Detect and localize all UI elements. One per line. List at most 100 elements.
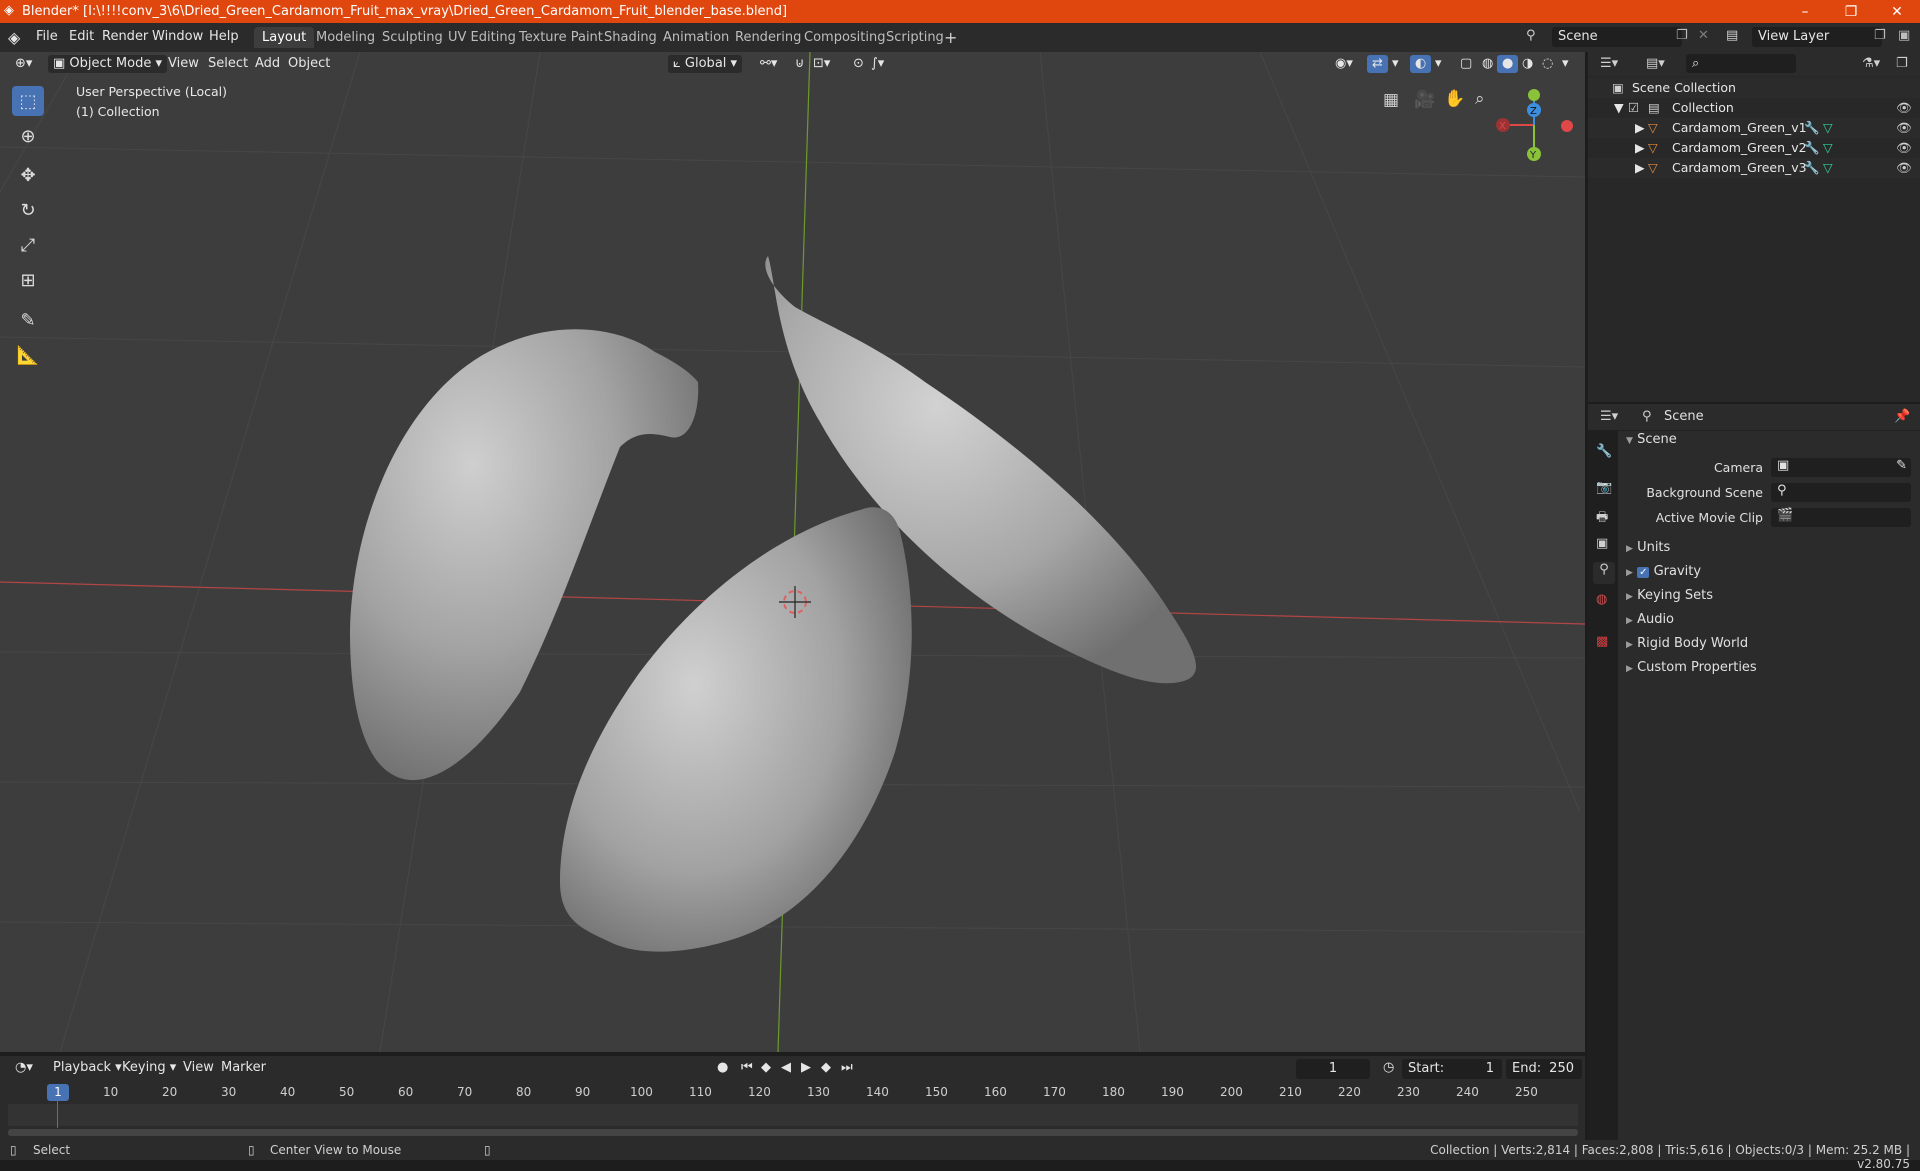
outliner-row-object[interactable]: ▶ ▽ Cardamom_Green_v1 🔧 ▽ 👁 — [1588, 118, 1920, 138]
measure-tool-icon[interactable]: 📐 — [12, 340, 44, 370]
editor-type-icon[interactable]: ⊕▾ — [10, 55, 37, 73]
falloff-icon[interactable]: ∫▾ — [866, 55, 889, 73]
movie-clip-field[interactable]: 🎬 — [1771, 508, 1911, 527]
menu-playback[interactable]: Playback ▾ — [48, 1059, 127, 1077]
pivot-icon[interactable]: ⚯▾ — [755, 55, 782, 73]
texture-tab-icon[interactable]: ▩ — [1596, 634, 1608, 649]
menu-view[interactable]: View — [163, 55, 204, 73]
solid-shading-icon[interactable]: ● — [1497, 55, 1519, 73]
timeline-menu-marker[interactable]: Marker — [216, 1059, 271, 1077]
view-layer-icon[interactable]: ▤ — [1726, 28, 1738, 43]
panel-scene-header[interactable]: ▼ Scene — [1626, 432, 1677, 447]
zoom-view-icon[interactable]: ⌕ — [1475, 89, 1485, 109]
outliner-search-field[interactable]: ⌕ — [1686, 54, 1796, 73]
close-button[interactable]: ✕ — [1874, 0, 1920, 23]
outliner-editor-icon[interactable]: ☰▾ — [1600, 56, 1618, 71]
camera-view-icon[interactable]: 🎥 — [1414, 90, 1435, 110]
panel-gravity[interactable]: ▶ ✓ Gravity — [1626, 564, 1701, 579]
gizmo-toggle-icon[interactable]: ⇄ — [1367, 55, 1388, 73]
jump-start-icon[interactable]: ⏮ — [736, 1059, 758, 1077]
view-layer-tab-icon[interactable]: ▣ — [1596, 536, 1608, 551]
rendered-shading-icon[interactable]: ◌ — [1537, 55, 1558, 73]
new-scene-icon[interactable]: ❐ — [1676, 28, 1688, 43]
menu-window[interactable]: Window — [149, 28, 206, 46]
menu-keying[interactable]: Keying ▾ — [117, 1059, 181, 1077]
material-shading-icon[interactable]: ◑ — [1517, 55, 1538, 73]
menu-add[interactable]: Add — [250, 55, 285, 73]
menu-file[interactable]: File — [33, 28, 61, 46]
navigation-gizmo[interactable]: X Y Z — [1490, 85, 1580, 170]
scene-selector-icon[interactable]: ⚲ — [1526, 28, 1536, 43]
prev-keyframe-icon[interactable]: ◆ — [756, 1059, 776, 1077]
modifier-icon[interactable]: 🔧 — [1804, 120, 1820, 136]
panel-keying-sets[interactable]: ▶ Keying Sets — [1626, 588, 1713, 603]
remove-scene-icon[interactable]: ✕ — [1698, 28, 1709, 43]
properties-editor-icon[interactable]: ☰▾ — [1600, 409, 1618, 424]
scale-tool-icon[interactable]: ⤢ — [12, 230, 44, 260]
scene-name-field[interactable]: Scene — [1552, 27, 1682, 47]
tab-modeling[interactable]: Modeling — [308, 27, 383, 48]
menu-edit[interactable]: Edit — [66, 28, 97, 46]
tab-scripting[interactable]: Scripting — [878, 27, 952, 48]
modifier-icon[interactable]: 🔧 — [1804, 160, 1820, 176]
world-tab-icon[interactable]: ◍ — [1596, 592, 1607, 607]
cursor-tool-icon[interactable]: ⊕ — [12, 121, 44, 151]
shading-dropdown-icon[interactable]: ▾ — [1557, 55, 1574, 73]
play-icon[interactable]: ▶ — [796, 1059, 816, 1077]
mesh-data-icon[interactable]: ▽ — [1823, 140, 1833, 155]
panel-audio[interactable]: ▶ Audio — [1626, 612, 1674, 627]
outliner-row-object[interactable]: ▶ ▽ Cardamom_Green_v2 🔧 ▽ 👁 — [1588, 138, 1920, 158]
expand-triangle-icon[interactable]: ▶ — [1635, 160, 1645, 175]
modifier-icon[interactable]: 🔧 — [1804, 140, 1820, 156]
panel-rigid-body-world[interactable]: ▶ Rigid Body World — [1626, 636, 1748, 651]
menu-help[interactable]: Help — [206, 28, 242, 46]
scene-tab-icon[interactable]: ⚲ — [1593, 562, 1615, 584]
tool-tab-icon[interactable]: 🔧 — [1596, 444, 1612, 459]
eye-icon[interactable]: 👁 — [1896, 160, 1912, 176]
jump-end-icon[interactable]: ⏭ — [836, 1059, 858, 1077]
background-scene-field[interactable]: ⚲ — [1771, 483, 1911, 502]
add-workspace-icon[interactable]: + — [944, 28, 957, 47]
timeline-track[interactable] — [8, 1104, 1578, 1126]
tab-animation[interactable]: Animation — [655, 27, 737, 48]
start-frame-field[interactable]: Start: 1 — [1402, 1059, 1502, 1079]
remove-view-layer-icon[interactable]: ▣ — [1898, 28, 1910, 43]
grid-view-icon[interactable]: ▦ — [1383, 90, 1399, 110]
timeline-editor-icon[interactable]: ◔▾ — [10, 1059, 38, 1077]
record-icon[interactable]: ● — [712, 1059, 733, 1077]
current-frame-field[interactable]: 1 — [1296, 1059, 1370, 1079]
maximize-button[interactable]: ❐ — [1828, 0, 1874, 23]
checkbox-icon[interactable]: ☑ — [1628, 100, 1639, 115]
annotate-tool-icon[interactable]: ✎ — [12, 305, 44, 335]
eye-icon[interactable]: 👁 — [1896, 140, 1912, 156]
timeline-menu-view[interactable]: View — [178, 1059, 219, 1077]
pan-view-icon[interactable]: ✋ — [1444, 89, 1465, 109]
wireframe-shading-icon[interactable]: ◍ — [1477, 55, 1498, 73]
next-keyframe-icon[interactable]: ◆ — [816, 1059, 836, 1077]
blender-menu-icon[interactable]: ◈ — [8, 28, 20, 47]
view-layer-field[interactable]: View Layer — [1752, 27, 1882, 47]
camera-field[interactable]: ▣ ✎ — [1771, 458, 1911, 477]
new-view-layer-icon[interactable]: ❐ — [1874, 28, 1886, 43]
snap-target-icon[interactable]: ⊡▾ — [808, 55, 835, 73]
outliner-row-collection[interactable]: ▼ ☑ ▤ Collection 👁 — [1588, 98, 1920, 118]
preview-range-icon[interactable]: ◷ — [1378, 1059, 1399, 1077]
minimize-button[interactable]: – — [1782, 0, 1828, 23]
select-box-tool-icon[interactable]: ⬚ — [12, 86, 44, 116]
gravity-checkbox[interactable]: ✓ — [1637, 567, 1650, 578]
gizmo-x[interactable] — [1561, 120, 1573, 132]
eye-icon[interactable]: 👁 — [1896, 100, 1912, 116]
overlay-dropdown-icon[interactable]: ▾ — [1430, 55, 1447, 73]
pin-icon[interactable]: 📌 — [1894, 409, 1910, 424]
filter-icon[interactable]: ⚗▾ — [1862, 56, 1880, 71]
mesh-data-icon[interactable]: ▽ — [1823, 160, 1833, 175]
eye-icon[interactable]: 👁 — [1896, 120, 1912, 136]
display-mode-icon[interactable]: ▤▾ — [1646, 56, 1665, 71]
transform-tool-icon[interactable]: ⊞ — [12, 265, 44, 295]
outliner-row-scene-collection[interactable]: ▣ Scene Collection — [1588, 78, 1920, 98]
playhead-frame-badge[interactable]: 1 — [47, 1084, 69, 1101]
panel-custom-properties[interactable]: ▶ Custom Properties — [1626, 660, 1757, 675]
panel-units[interactable]: ▶ Units — [1626, 540, 1670, 555]
timeline-scrollbar[interactable] — [8, 1129, 1578, 1136]
xray-icon[interactable]: ▢ — [1455, 55, 1477, 73]
